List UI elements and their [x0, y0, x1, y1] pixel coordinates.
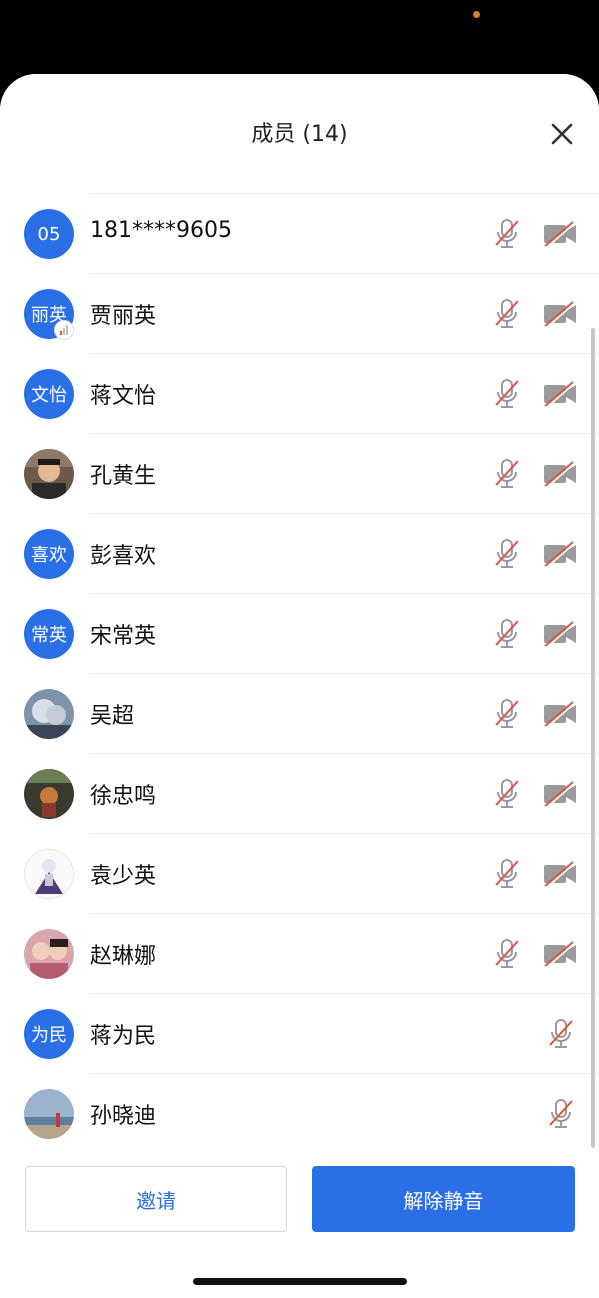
member-row[interactable]: 孙晓迪	[0, 1074, 599, 1152]
close-icon[interactable]	[546, 118, 578, 150]
panel-title: 成员 (14)	[251, 122, 348, 147]
mic-muted-icon[interactable]	[492, 698, 522, 730]
member-name: 蒋为民	[90, 1024, 157, 1049]
member-name: 宋常英	[90, 624, 157, 649]
avatar	[24, 849, 74, 899]
camera-off-icon[interactable]	[543, 780, 577, 808]
panel-header: 成员 (14)	[0, 74, 599, 190]
mic-muted-icon[interactable]	[492, 618, 522, 650]
member-name: 贾丽英	[90, 304, 157, 329]
camera-off-icon[interactable]	[543, 460, 577, 488]
member-row[interactable]: 孔黄生	[0, 434, 599, 514]
avatar: 为民	[24, 1009, 74, 1059]
mic-muted-icon[interactable]	[492, 858, 522, 890]
avatar: 喜欢	[24, 529, 74, 579]
member-list[interactable]: (主持人) 05 181****9605	[0, 74, 599, 1152]
member-row[interactable]: 为民 蒋为民	[0, 994, 599, 1074]
home-indicator[interactable]	[193, 1278, 407, 1285]
member-name: 吴超	[90, 704, 135, 729]
panel-footer: 邀请 解除静音	[0, 1152, 599, 1298]
member-name: 袁少英	[90, 864, 157, 889]
member-name: 181****9605	[90, 218, 232, 243]
members-panel: (主持人) 05 181****9605	[0, 74, 599, 1298]
camera-off-icon[interactable]	[543, 380, 577, 408]
avatar: 文怡	[24, 369, 74, 419]
scrollbar[interactable]	[591, 328, 595, 1148]
avatar: 05	[24, 209, 74, 259]
camera-off-icon[interactable]	[543, 860, 577, 888]
member-row[interactable]: 05 181****9605	[0, 194, 599, 274]
member-name: 赵琳娜	[90, 944, 157, 969]
status-indicator-dot	[473, 11, 480, 18]
avatar	[24, 769, 74, 819]
avatar	[24, 449, 74, 499]
camera-off-icon[interactable]	[543, 300, 577, 328]
member-name: 蒋文怡	[90, 384, 157, 409]
signal-badge-icon	[54, 320, 74, 340]
mic-muted-icon[interactable]	[492, 298, 522, 330]
member-row[interactable]: 常英 宋常英	[0, 594, 599, 674]
camera-off-icon[interactable]	[543, 220, 577, 248]
member-name: 孔黄生	[90, 464, 157, 489]
mic-muted-icon[interactable]	[492, 458, 522, 490]
avatar	[24, 929, 74, 979]
member-name: 徐忠鸣	[90, 784, 157, 809]
mic-muted-icon[interactable]	[492, 778, 522, 810]
mic-muted-icon[interactable]	[492, 538, 522, 570]
avatar	[24, 1089, 74, 1139]
member-row[interactable]: 袁少英	[0, 834, 599, 914]
unmute-all-button[interactable]: 解除静音	[312, 1166, 575, 1232]
camera-off-icon[interactable]	[543, 540, 577, 568]
mic-muted-icon[interactable]	[546, 1018, 576, 1050]
member-row[interactable]: 文怡 蒋文怡	[0, 354, 599, 434]
mic-muted-icon[interactable]	[492, 938, 522, 970]
member-row[interactable]: 吴超	[0, 674, 599, 754]
camera-off-icon[interactable]	[543, 700, 577, 728]
member-row[interactable]: 丽英 贾丽英	[0, 274, 599, 354]
invite-button[interactable]: 邀请	[25, 1166, 287, 1232]
camera-off-icon[interactable]	[543, 940, 577, 968]
member-row[interactable]: 喜欢 彭喜欢	[0, 514, 599, 594]
mic-muted-icon[interactable]	[492, 378, 522, 410]
camera-off-icon[interactable]	[543, 620, 577, 648]
mic-muted-icon[interactable]	[546, 1098, 576, 1130]
avatar	[24, 689, 74, 739]
member-name: 彭喜欢	[90, 544, 157, 569]
member-row[interactable]: 徐忠鸣	[0, 754, 599, 834]
member-name: 孙晓迪	[90, 1104, 157, 1129]
member-row[interactable]: 赵琳娜	[0, 914, 599, 994]
mic-muted-icon[interactable]	[492, 218, 522, 250]
avatar: 常英	[24, 609, 74, 659]
